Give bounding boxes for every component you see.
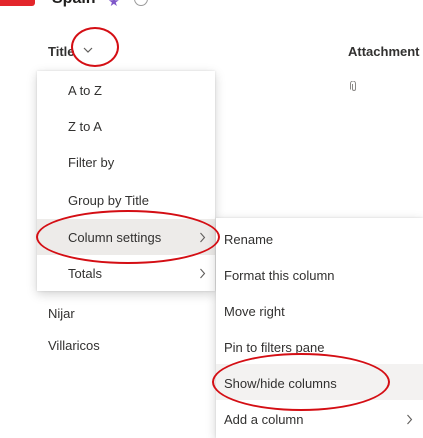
star-icon[interactable]: ★ [108, 0, 120, 10]
app-accent-bar [0, 0, 35, 6]
chevron-right-icon [200, 232, 206, 243]
submenu-item-add-column[interactable]: Add a column [216, 400, 423, 436]
chevron-right-icon [200, 268, 206, 279]
menu-item-group-by[interactable]: Group by Title [37, 182, 215, 218]
submenu-item-label: Show/hide columns [224, 376, 337, 391]
list-title: Spain [52, 0, 96, 8]
submenu-item-move-right[interactable]: Move right [216, 292, 423, 328]
column-header-title[interactable]: Title [48, 44, 75, 59]
submenu-item-label: Add a column [224, 412, 304, 427]
info-icon[interactable] [134, 0, 148, 6]
submenu-item-label: Pin to filters pane [224, 340, 325, 355]
submenu-item-pin-to-filters[interactable]: Pin to filters pane [216, 328, 423, 364]
submenu-item-show-hide-columns[interactable]: Show/hide columns [216, 364, 423, 400]
menu-item-label: Totals [68, 266, 102, 281]
submenu-item-label: Rename [224, 232, 274, 247]
submenu-item-label: Move right [224, 304, 285, 319]
menu-item-label: A to Z [68, 83, 102, 98]
column-header-attachments[interactable]: Attachment [348, 44, 420, 59]
chevron-right-icon [407, 414, 413, 425]
paperclip-icon [350, 81, 356, 91]
menu-item-label: Filter by [68, 155, 115, 170]
top-strip: Spain ★ [0, 0, 423, 14]
submenu-item-format-column[interactable]: Format this column [216, 256, 423, 292]
column-settings-submenu: Rename Format this column Move right Pin… [216, 218, 423, 438]
column-header-menu: A to Z Z to A Filter by Group by Title C… [37, 71, 215, 291]
list-item-title[interactable]: Nijar [48, 306, 75, 321]
menu-item-sort-z-to-a[interactable]: Z to A [37, 108, 215, 144]
submenu-item-label: Format this column [224, 268, 335, 283]
list-item-title[interactable]: Villaricos [48, 338, 100, 353]
submenu-item-rename[interactable]: Rename [216, 220, 423, 256]
menu-item-filter-by[interactable]: Filter by [37, 144, 215, 180]
menu-item-label: Z to A [68, 119, 102, 134]
menu-item-sort-a-to-z[interactable]: A to Z [37, 72, 215, 108]
menu-item-totals[interactable]: Totals [37, 255, 215, 291]
menu-item-label: Group by Title [68, 193, 149, 208]
menu-item-label: Column settings [68, 230, 162, 245]
chevron-down-icon[interactable] [83, 46, 93, 54]
menu-item-column-settings[interactable]: Column settings [37, 219, 215, 255]
screen: Spain ★ Title Attachment Nijar Villarico… [0, 0, 423, 438]
column-header-row: Title Attachment [0, 34, 423, 68]
